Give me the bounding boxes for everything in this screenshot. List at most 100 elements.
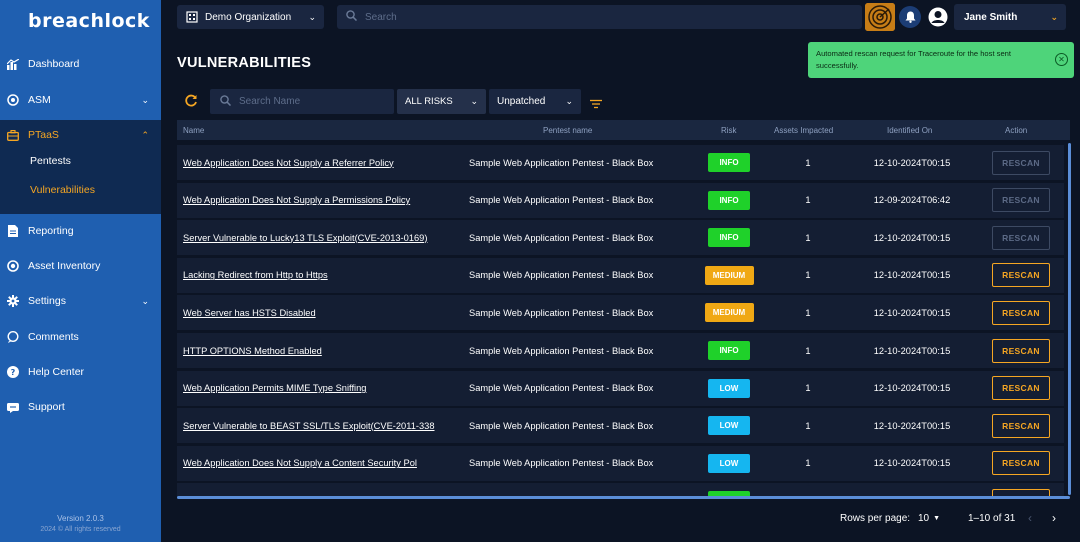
refresh-button[interactable]: [183, 93, 199, 109]
column-header-name[interactable]: Name: [183, 126, 204, 135]
sidebar-item-comments[interactable]: Comments: [0, 322, 161, 352]
previous-page-button[interactable]: ‹: [1028, 504, 1032, 532]
vulnerability-link[interactable]: Server Vulnerable to BEAST SSL/TLS Explo…: [183, 421, 435, 431]
organization-select[interactable]: Demo Organization ⌄: [177, 5, 324, 29]
table-row[interactable]: Web Application Does Not Supply a Conten…: [177, 445, 1064, 481]
identified-on-cell: 12-10-2024T00:15: [873, 420, 951, 431]
sidebar-item-label: Help Center: [28, 366, 85, 378]
rescan-button[interactable]: RESCAN: [992, 451, 1050, 476]
table-row[interactable]: Web Application Does Not Supply a Referr…: [177, 145, 1064, 180]
table-row[interactable]: Lacking Redirect from Http to Https Sampl…: [177, 257, 1064, 293]
table-row[interactable]: Web Application Does Not Supply a Permis…: [177, 182, 1064, 218]
risk-cell: INFO: [703, 183, 755, 218]
name-search-input[interactable]: [239, 96, 389, 107]
caret-down-icon: ▼: [933, 514, 941, 522]
risk-cell: LOW: [703, 408, 755, 443]
rescan-button[interactable]: RESCAN: [992, 150, 1050, 175]
brand-logo[interactable]: breachlock: [28, 10, 150, 32]
table-row[interactable]: Web Server has HSTS Disabled Sample Web A…: [177, 295, 1064, 331]
user-menu[interactable]: Jane Smith ⌄: [954, 4, 1066, 30]
organization-name: Demo Organization: [205, 11, 292, 23]
vulnerability-link[interactable]: Web Application Does Not Supply a Conten…: [183, 458, 417, 468]
vulnerability-link[interactable]: Web Server has HSTS Disabled: [183, 308, 316, 318]
sidebar-item-support[interactable]: Support: [0, 392, 161, 422]
vertical-scrollbar[interactable]: [1068, 143, 1071, 495]
rescan-button[interactable]: RESCAN: [992, 225, 1050, 250]
name-search[interactable]: [210, 89, 394, 114]
assets-impacted-cell: 1: [805, 383, 811, 394]
sidebar-item-help-center[interactable]: ? Help Center: [0, 357, 161, 387]
filter-icon[interactable]: [590, 96, 602, 109]
user-avatar[interactable]: [928, 7, 948, 27]
next-page-button[interactable]: ›: [1052, 504, 1056, 532]
rescan-button[interactable]: RESCAN: [992, 376, 1050, 401]
pentest-name-cell: Sample Web Application Pentest - Black B…: [469, 270, 654, 281]
vulnerability-link[interactable]: Web Application Does Not Supply a Permis…: [183, 195, 410, 205]
sidebar-item-label: PTaaS: [28, 129, 59, 141]
rescan-button[interactable]: RESCAN: [992, 188, 1050, 213]
global-search[interactable]: [337, 5, 862, 29]
sidebar-item-asm[interactable]: ASM ⌄: [0, 85, 161, 115]
sidebar-item-dashboard[interactable]: Dashboard: [0, 49, 161, 79]
topbar: Demo Organization ⌄ Jane Smith ⌄: [161, 0, 1080, 36]
global-search-input[interactable]: [365, 11, 845, 23]
chevron-right-icon: ›: [1052, 511, 1056, 525]
radar-scan-button[interactable]: [865, 3, 895, 31]
svg-text:?: ?: [11, 368, 16, 377]
risk-badge: INFO: [708, 190, 750, 210]
risk-filter-select[interactable]: ALL RISKS ⌄: [397, 89, 486, 114]
close-icon[interactable]: ✕: [1055, 53, 1068, 66]
table-row[interactable]: HTTP OPTIONS Method Enabled Sample Web Ap…: [177, 333, 1064, 368]
table-row[interactable]: Server Vulnerable to BEAST SSL/TLS Explo…: [177, 408, 1064, 444]
chevron-up-icon: ⌃: [141, 129, 149, 140]
patch-status-select[interactable]: Unpatched ⌄: [489, 89, 581, 114]
sidebar-subitem-vulnerabilities[interactable]: Vulnerabilities: [30, 184, 95, 196]
notifications-button[interactable]: [899, 6, 921, 28]
table-row[interactable]: Server Vulnerable to Lucky13 TLS Exploit…: [177, 220, 1064, 256]
assets-impacted-cell: 1: [805, 345, 811, 356]
chart-icon: [7, 58, 19, 70]
risk-cell: LOW: [703, 371, 755, 406]
chevron-down-icon: ⌄: [141, 295, 149, 306]
chevron-down-icon: ⌄: [1050, 11, 1058, 22]
vulnerability-link[interactable]: HTTP OPTIONS Method Enabled: [183, 346, 322, 356]
identified-on-cell: 12-10-2024T00:15: [873, 232, 951, 243]
rescan-button[interactable]: RESCAN: [992, 413, 1050, 438]
risk-cell: MEDIUM: [703, 295, 755, 330]
sidebar-item-settings[interactable]: Settings ⌄: [0, 286, 161, 316]
vulnerability-name-cell: Web Server has HSTS Disabled: [183, 295, 453, 330]
chevron-down-icon: ⌄: [470, 96, 478, 106]
vulnerability-name-cell: Server Vulnerable to BEAST SSL/TLS Explo…: [183, 408, 453, 443]
sidebar-item-asset-inventory[interactable]: Asset Inventory: [0, 251, 161, 281]
identified-on-cell: 12-10-2024T00:15: [873, 383, 951, 394]
sidebar-item-ptaas[interactable]: PTaaS ⌃: [0, 120, 161, 150]
pentest-name-cell: Sample Web Application Pentest - Black B…: [469, 157, 654, 168]
vulnerabilities-table: Name Pentest name Risk Assets Impacted I…: [177, 120, 1070, 498]
chevron-down-icon: ⌄: [308, 11, 316, 22]
table-row[interactable]: Web Application Permits MIME Type Sniffi…: [177, 370, 1064, 406]
risk-cell: LOW: [703, 446, 755, 481]
rows-per-page-select[interactable]: 10 ▼: [918, 504, 946, 532]
vulnerability-link[interactable]: Web Application Does Not Supply a Referr…: [183, 158, 394, 168]
rescan-button[interactable]: RESCAN: [992, 263, 1050, 288]
vulnerability-name-cell: Server Vulnerable to Lucky13 TLS Exploit…: [183, 220, 453, 255]
column-header-assets[interactable]: Assets Impacted: [774, 126, 833, 135]
rescan-button[interactable]: RESCAN: [992, 300, 1050, 325]
success-toast: Automated rescan request for Traceroute …: [808, 42, 1074, 78]
vulnerability-link[interactable]: Lacking Redirect from Http to Https: [183, 270, 328, 280]
vulnerability-name-cell: Web Application Does Not Supply a Permis…: [183, 183, 453, 218]
column-header-risk[interactable]: Risk: [721, 126, 737, 135]
vulnerability-link[interactable]: Server Vulnerable to Lucky13 TLS Exploit…: [183, 233, 427, 243]
rescan-button[interactable]: RESCAN: [992, 338, 1050, 363]
pentest-name-cell: Sample Web Application Pentest - Black B…: [469, 383, 654, 394]
risk-badge: MEDIUM: [704, 265, 754, 285]
column-header-identified[interactable]: Identified On: [887, 126, 932, 135]
vulnerability-link[interactable]: Web Application Permits MIME Type Sniffi…: [183, 383, 366, 393]
help-icon: ?: [7, 366, 19, 378]
action-cell: RESCAN: [991, 220, 1051, 255]
column-header-pentest[interactable]: Pentest name: [543, 126, 592, 135]
horizontal-scrollbar[interactable]: [177, 496, 1070, 499]
sidebar-item-reporting[interactable]: Reporting: [0, 216, 161, 246]
sidebar-item-label: Dashboard: [28, 58, 80, 70]
sidebar-subitem-pentests[interactable]: Pentests: [30, 155, 71, 167]
